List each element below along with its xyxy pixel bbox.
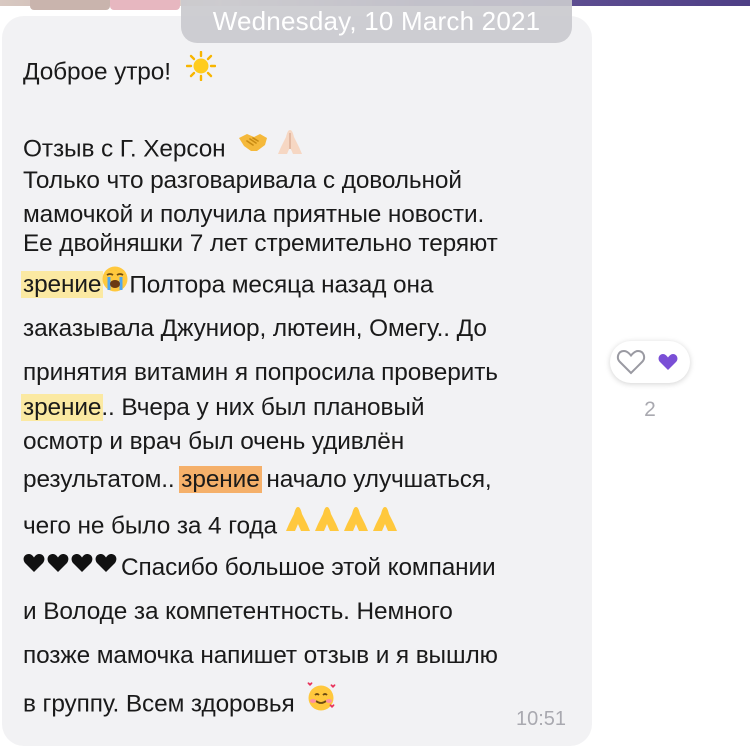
top-strip-image-left bbox=[30, 0, 110, 10]
pray-emoji bbox=[275, 127, 305, 167]
message-line: принятия витамин я попросила проверить bbox=[23, 359, 498, 386]
black-heart-emoji bbox=[23, 550, 121, 584]
message-line: позже мамочка напишет отзыв и я вышлю bbox=[23, 642, 498, 669]
message-line: зрение Полтора месяца назад она bbox=[21, 265, 434, 303]
purple-heart-icon[interactable] bbox=[658, 353, 678, 371]
message-fragment: начало улучшаться, bbox=[259, 466, 492, 493]
message-line: результатом.. зрение начало улучшаться, bbox=[23, 463, 492, 497]
message-fragment: Полтора месяца назад она bbox=[129, 271, 434, 299]
message-line: Спасибо большое этой компании bbox=[23, 551, 496, 585]
message-fragment: результатом.. bbox=[23, 466, 182, 493]
message-fragment: в группу. Всем здоровья bbox=[23, 690, 295, 718]
message-time: 10:51 bbox=[516, 708, 567, 730]
message-line: Доброе утро! bbox=[23, 50, 216, 87]
message-line: зрение.. Вчера у них был плановый bbox=[21, 391, 425, 425]
message-line: в группу. Всем здоровья bbox=[23, 682, 337, 722]
sun-emoji bbox=[185, 50, 216, 91]
message-line: чего не было за 4 года bbox=[23, 507, 402, 541]
reaction-pill[interactable] bbox=[610, 341, 690, 383]
message-fragment: .. Вчера у них был плановый bbox=[101, 394, 425, 421]
message-line: Отзыв с Г. Херсон bbox=[23, 130, 305, 164]
message-bubble[interactable]: Доброе утро! Отзыв с Г. Херсон Только чт… bbox=[2, 16, 592, 746]
pray-emoji bbox=[284, 504, 402, 544]
message-fragment: чего не было за 4 года bbox=[23, 512, 277, 540]
message-fragment: Спасибо большое этой компании bbox=[121, 554, 496, 581]
empty-heart-icon[interactable] bbox=[616, 347, 646, 377]
message-line: осмотр и врач был очень удивлён bbox=[23, 428, 405, 455]
greeting-text: Доброе утро! bbox=[23, 58, 171, 86]
search-highlight: зрение bbox=[21, 394, 104, 421]
message-line: Ее двойняшки 7 лет стремительно теряют bbox=[23, 230, 498, 257]
review-city-text: Отзыв с Г. Херсон bbox=[23, 135, 226, 163]
top-strip-image-mid bbox=[110, 0, 180, 10]
crying-emoji bbox=[101, 265, 129, 303]
message-line: и Володе за компетентность. Немного bbox=[23, 598, 453, 625]
date-header: Wednesday, 10 March 2021 bbox=[181, 0, 572, 43]
search-highlight: зрение bbox=[21, 271, 104, 299]
reaction-count: 2 bbox=[644, 398, 656, 421]
smiling-hearts-emoji bbox=[305, 682, 337, 722]
handshake-emoji bbox=[238, 129, 268, 165]
message-line: Только что разговаривала с довольной bbox=[23, 167, 462, 194]
current-search-highlight: зрение bbox=[179, 466, 262, 493]
message-line: заказывала Джуниор, лютеин, Омегу.. До bbox=[23, 315, 487, 342]
